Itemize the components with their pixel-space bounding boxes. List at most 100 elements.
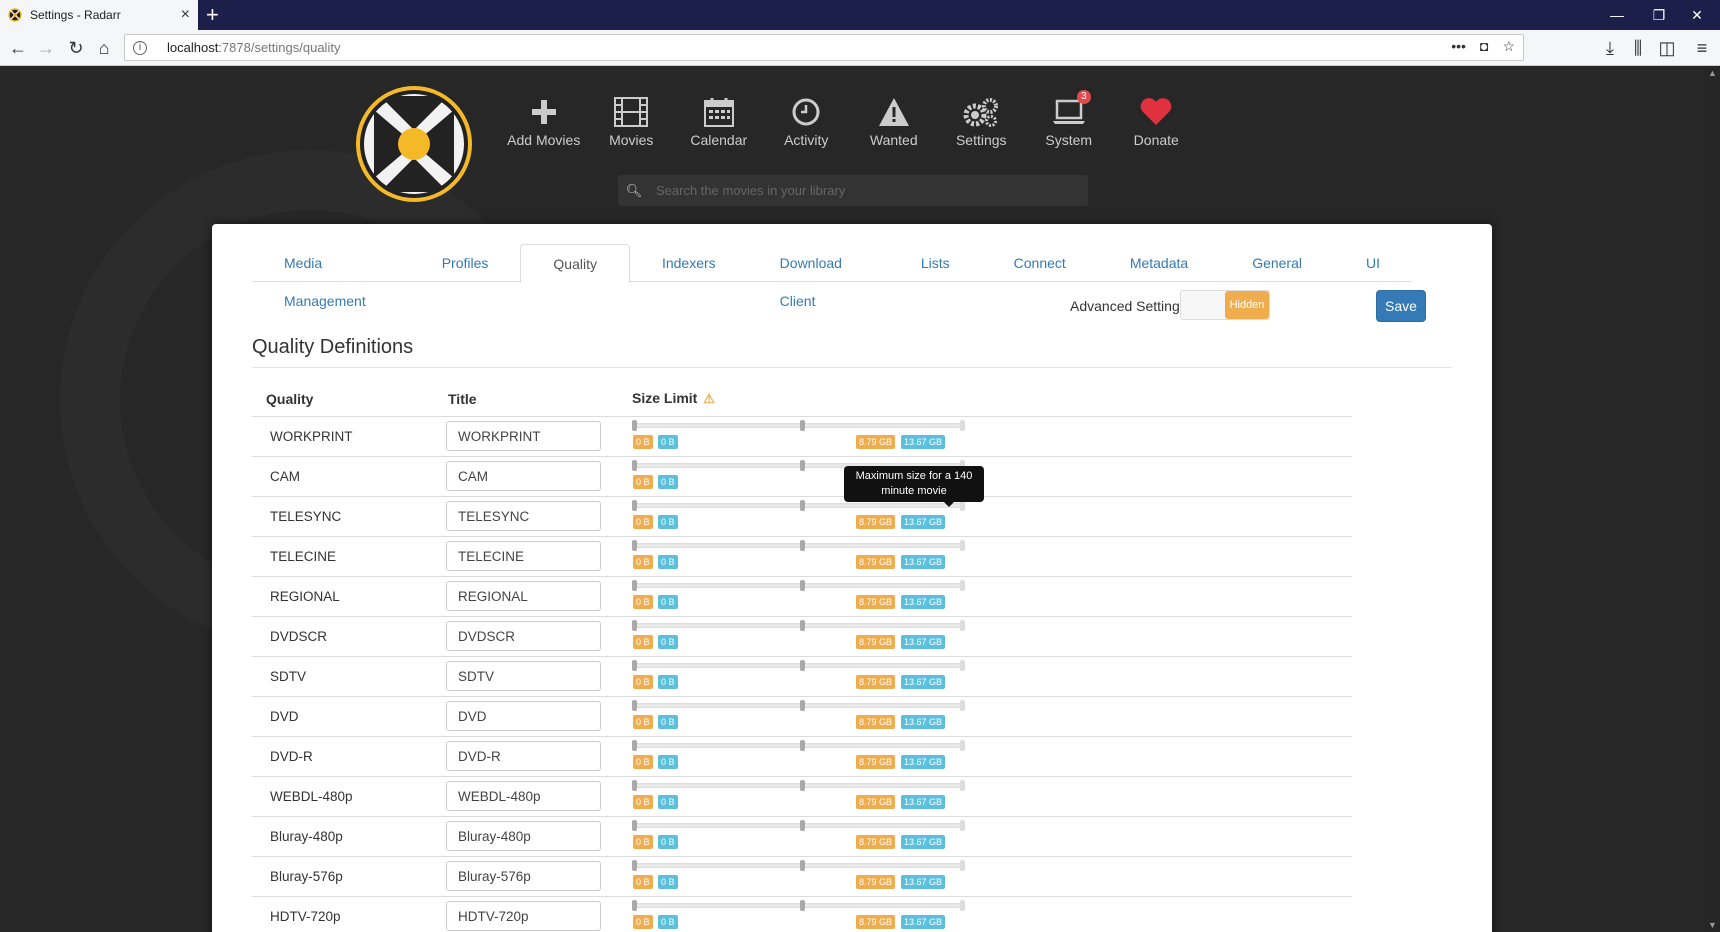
size-slider[interactable]: 0 B 0 B 8.79 GB 13.67 GB	[628, 859, 968, 893]
nav-system[interactable]: 3 System	[1025, 90, 1113, 148]
slider-preferred-handle[interactable]	[800, 740, 805, 751]
title-input[interactable]	[446, 461, 601, 491]
slider-max-handle[interactable]	[960, 660, 965, 671]
slider-min-handle[interactable]	[632, 900, 637, 911]
slider-preferred-handle[interactable]	[800, 500, 805, 511]
slider-min-handle[interactable]	[632, 660, 637, 671]
slider-max-handle[interactable]	[960, 860, 965, 871]
slider-min-handle[interactable]	[632, 500, 637, 511]
nav-movies[interactable]: Movies	[588, 96, 676, 148]
size-slider[interactable]: 0 B 0 B 8.79 GB 13.67 GB	[628, 819, 968, 853]
size-slider[interactable]: 0 B 0 B 8.79 GB 13.67 GB	[628, 739, 968, 773]
close-tab-icon[interactable]: ×	[181, 6, 190, 24]
slider-preferred-handle[interactable]	[800, 420, 805, 431]
slider-preferred-handle[interactable]	[800, 820, 805, 831]
title-input[interactable]	[446, 621, 601, 651]
title-input[interactable]	[446, 701, 601, 731]
tab-connect[interactable]: Connect	[982, 244, 1098, 282]
title-input[interactable]	[446, 501, 601, 531]
scroll-down-icon[interactable]: ▼	[1708, 920, 1717, 930]
title-input[interactable]	[446, 581, 601, 611]
tab-ui[interactable]: UI	[1334, 244, 1412, 282]
slider-track[interactable]	[632, 423, 964, 428]
size-slider[interactable]: 0 B 0 B 8.79 GB 13.67 GB	[628, 699, 968, 733]
slider-track[interactable]	[632, 503, 964, 508]
tab-quality[interactable]: Quality	[520, 244, 630, 283]
search-input[interactable]	[656, 183, 1076, 198]
slider-min-handle[interactable]	[632, 620, 637, 631]
browser-tab[interactable]: Settings - Radarr ×	[0, 0, 198, 30]
slider-max-handle[interactable]	[960, 900, 965, 911]
forward-icon[interactable]: →	[34, 36, 58, 60]
slider-max-handle[interactable]	[960, 820, 965, 831]
pocket-icon[interactable]: ◘	[1480, 38, 1488, 55]
size-slider[interactable]: 0 B 0 B 8.79 GB 13.67 GB	[628, 659, 968, 693]
slider-max-handle[interactable]	[960, 700, 965, 711]
slider-max-handle[interactable]	[960, 620, 965, 631]
title-input[interactable]	[446, 861, 601, 891]
title-input[interactable]	[446, 821, 601, 851]
nav-wanted[interactable]: Wanted	[850, 96, 938, 148]
tab-download-client[interactable]: Download Client	[748, 244, 889, 309]
title-input[interactable]	[446, 661, 601, 691]
tab-profiles[interactable]: Profiles	[410, 244, 521, 282]
slider-max-handle[interactable]	[960, 740, 965, 751]
nav-activity[interactable]: Activity	[763, 96, 851, 148]
scroll-up-icon[interactable]: ▲	[1708, 68, 1717, 78]
home-icon[interactable]: ⌂	[92, 36, 116, 60]
reload-icon[interactable]: ↻	[64, 36, 88, 60]
title-input[interactable]	[446, 781, 601, 811]
tab-media-management[interactable]: Media Management	[252, 244, 410, 309]
slider-preferred-handle[interactable]	[800, 580, 805, 591]
title-input[interactable]	[446, 741, 601, 771]
size-slider[interactable]: 0 B 0 B 8.79 GB 13.67 GB	[628, 619, 968, 653]
slider-track[interactable]	[632, 783, 964, 788]
slider-preferred-handle[interactable]	[800, 900, 805, 911]
slider-max-handle[interactable]	[960, 780, 965, 791]
nav-settings[interactable]: Settings	[938, 96, 1026, 148]
nav-calendar[interactable]: Calendar	[675, 96, 763, 148]
slider-min-handle[interactable]	[632, 860, 637, 871]
slider-min-handle[interactable]	[632, 460, 637, 471]
size-slider[interactable]: 0 B 0 B 8.79 GB 13.67 GB	[628, 499, 968, 533]
slider-min-handle[interactable]	[632, 700, 637, 711]
slider-track[interactable]	[632, 863, 964, 868]
slider-preferred-handle[interactable]	[800, 660, 805, 671]
title-input[interactable]	[446, 901, 601, 931]
slider-min-handle[interactable]	[632, 780, 637, 791]
size-slider[interactable]: 0 B 0 B 8.79 GB 13.67 GB	[628, 899, 968, 932]
slider-track[interactable]	[632, 543, 964, 548]
library-icon[interactable]: ⫼	[1626, 36, 1650, 60]
title-input[interactable]	[446, 421, 601, 451]
tab-metadata[interactable]: Metadata	[1098, 244, 1220, 282]
size-slider[interactable]: 0 B 0 B 8.79 GB 13.67 GB	[628, 579, 968, 613]
slider-preferred-handle[interactable]	[800, 540, 805, 551]
slider-track[interactable]	[632, 903, 964, 908]
advanced-settings-toggle[interactable]: Hidden	[1180, 290, 1270, 320]
slider-min-handle[interactable]	[632, 540, 637, 551]
size-slider[interactable]: 0 B 0 B 8.79 GB 13.67 GB	[628, 419, 968, 453]
size-slider[interactable]: 0 B 0 B 8.79 GB 13.67 GB	[628, 539, 968, 573]
new-tab-icon[interactable]: +	[206, 3, 219, 27]
slider-max-handle[interactable]	[960, 540, 965, 551]
download-icon[interactable]: ⤓	[1598, 36, 1622, 60]
slider-track[interactable]	[632, 663, 964, 668]
slider-min-handle[interactable]	[632, 820, 637, 831]
radarr-logo[interactable]	[356, 86, 472, 202]
slider-min-handle[interactable]	[632, 580, 637, 591]
slider-min-handle[interactable]	[632, 740, 637, 751]
slider-preferred-handle[interactable]	[800, 780, 805, 791]
tab-lists[interactable]: Lists	[889, 244, 982, 282]
url-bar[interactable]: i localhost:7878/settings/quality ••• ◘ …	[124, 34, 1524, 61]
tab-indexers[interactable]: Indexers	[630, 244, 748, 282]
slider-preferred-handle[interactable]	[800, 620, 805, 631]
minimize-icon[interactable]: —	[1594, 0, 1640, 30]
save-button[interactable]: Save	[1376, 290, 1426, 322]
info-icon[interactable]: i	[133, 40, 147, 55]
slider-track[interactable]	[632, 623, 964, 628]
slider-min-handle[interactable]	[632, 420, 637, 431]
slider-track[interactable]	[632, 583, 964, 588]
bookmark-star-icon[interactable]: ☆	[1502, 38, 1515, 55]
menu-icon[interactable]: ≡	[1690, 36, 1714, 60]
tab-general[interactable]: General	[1220, 244, 1334, 282]
